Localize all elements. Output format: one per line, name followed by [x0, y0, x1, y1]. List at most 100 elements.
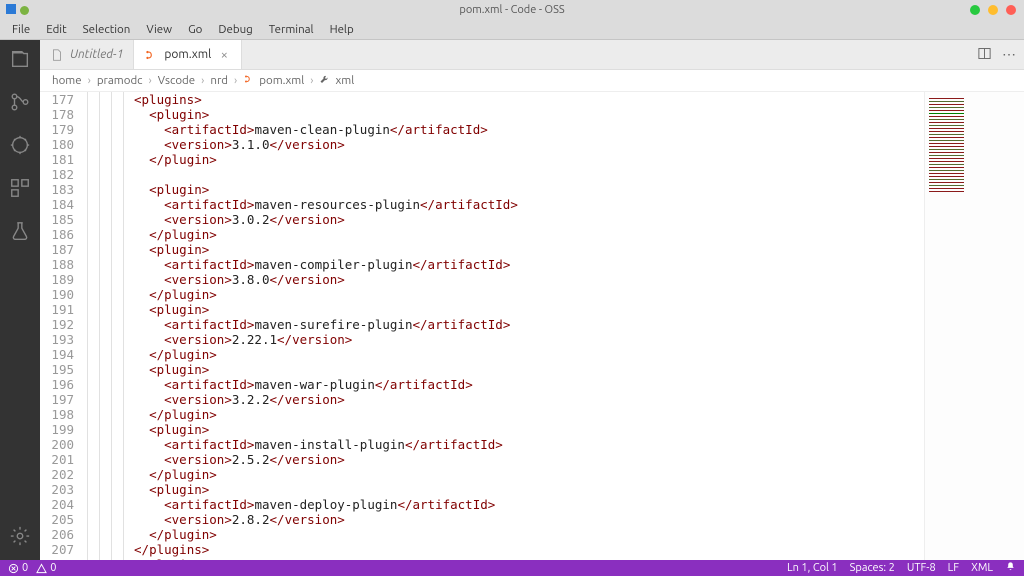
line-number: 197 [40, 392, 74, 407]
line-number: 180 [40, 137, 74, 152]
code-line[interactable]: <plugin> [134, 302, 924, 317]
status-bar: 0 0 Ln 1, Col 1 Spaces: 2 UTF-8 LF XML [0, 560, 1024, 576]
code-line[interactable]: <version>3.0.2</version> [134, 212, 924, 227]
minimap-line [929, 191, 964, 192]
menu-help[interactable]: Help [324, 21, 360, 38]
code-line[interactable]: <plugins> [134, 92, 924, 107]
status-warnings[interactable]: 0 [36, 562, 56, 574]
line-number: 182 [40, 167, 74, 182]
chevron-right-icon: › [149, 74, 152, 87]
gear-icon[interactable] [9, 537, 31, 550]
minimap-line [929, 119, 964, 120]
code-line[interactable]: <version>2.22.1</version> [134, 332, 924, 347]
code-line[interactable]: <artifactId>maven-surefire-plugin</artif… [134, 317, 924, 332]
breadcrumb-item[interactable]: Vscode [158, 74, 195, 87]
close-icon[interactable]: × [217, 48, 231, 62]
close-dot-icon[interactable] [20, 6, 29, 15]
line-number: 207 [40, 542, 74, 557]
code-line[interactable]: <version>3.2.2</version> [134, 392, 924, 407]
more-icon[interactable]: ⋯ [1002, 46, 1016, 63]
activity-bar [0, 40, 40, 560]
code-line[interactable]: <artifactId>maven-clean-plugin</artifact… [134, 122, 924, 137]
breadcrumb-item[interactable]: home [52, 74, 82, 87]
status-item[interactable]: Spaces: 2 [850, 562, 895, 574]
code-line[interactable]: <version>2.8.2</version> [134, 512, 924, 527]
menu-terminal[interactable]: Terminal [263, 21, 320, 38]
breadcrumb-item[interactable]: xml [335, 74, 354, 87]
code-line[interactable]: <artifactId>maven-deploy-plugin</artifac… [134, 497, 924, 512]
chevron-right-icon: › [88, 74, 91, 87]
status-item[interactable]: XML [971, 562, 993, 574]
status-item[interactable]: UTF-8 [907, 562, 936, 574]
minimap-line [929, 152, 964, 153]
code-line[interactable]: </plugin> [134, 287, 924, 302]
breadcrumb-item[interactable]: nrd [210, 74, 228, 87]
breadcrumbs[interactable]: home›pramodc›Vscode›nrd›pom.xml›xml [40, 70, 1024, 92]
split-editor-icon[interactable] [977, 46, 992, 64]
titlebar-left [0, 4, 29, 17]
minimap-line [929, 107, 964, 108]
tab-pom-xml[interactable]: pom.xml× [134, 40, 242, 69]
menu-selection[interactable]: Selection [77, 21, 137, 38]
tab-untitled-1[interactable]: Untitled-1 [40, 40, 134, 69]
code-line[interactable]: </plugin> [134, 467, 924, 482]
line-number: 195 [40, 362, 74, 377]
code-line[interactable]: <plugin> [134, 482, 924, 497]
code-editor[interactable]: 1771781791801811821831841851861871881891… [40, 92, 1024, 560]
status-item[interactable]: LF [948, 562, 959, 574]
status-errors[interactable]: 0 [8, 562, 28, 574]
code-line[interactable]: <plugin> [134, 242, 924, 257]
error-count: 0 [22, 562, 28, 574]
menu-debug[interactable]: Debug [212, 21, 258, 38]
code-line[interactable]: </pluginManagement> [134, 557, 924, 560]
maximize-button[interactable] [988, 5, 998, 15]
code-line[interactable]: </plugin> [134, 152, 924, 167]
line-number: 206 [40, 527, 74, 542]
debug-icon[interactable] [9, 134, 31, 159]
code-line[interactable]: </plugin> [134, 527, 924, 542]
code-line[interactable]: </plugin> [134, 227, 924, 242]
line-number: 187 [40, 242, 74, 257]
code-line[interactable]: <plugin> [134, 362, 924, 377]
minimap-line [929, 131, 964, 132]
line-number: 179 [40, 122, 74, 137]
breadcrumb-item[interactable]: pom.xml [259, 74, 304, 87]
minimize-button[interactable] [970, 5, 980, 15]
explorer-icon[interactable] [9, 48, 31, 73]
code-line[interactable]: <version>3.8.0</version> [134, 272, 924, 287]
menu-edit[interactable]: Edit [40, 21, 72, 38]
chevron-right-icon: › [234, 74, 237, 87]
code-line[interactable]: <plugin> [134, 422, 924, 437]
line-number: 189 [40, 272, 74, 287]
scm-icon[interactable] [9, 91, 31, 116]
menu-file[interactable]: File [6, 21, 36, 38]
code-line[interactable]: <plugin> [134, 182, 924, 197]
menu-go[interactable]: Go [182, 21, 208, 38]
status-item[interactable]: Ln 1, Col 1 [787, 562, 838, 574]
breadcrumb-item[interactable]: pramodc [97, 74, 143, 87]
code-content[interactable]: <plugins> <plugin> <artifactId>maven-cle… [134, 92, 924, 560]
minimap-line [929, 104, 964, 105]
code-line[interactable]: <artifactId>maven-resources-plugin</arti… [134, 197, 924, 212]
code-line[interactable]: <artifactId>maven-war-plugin</artifactId… [134, 377, 924, 392]
code-line[interactable]: <artifactId>maven-install-plugin</artifa… [134, 437, 924, 452]
code-line[interactable]: </plugins> [134, 542, 924, 557]
minimap-line [929, 128, 964, 129]
code-line[interactable]: <plugin> [134, 107, 924, 122]
bell-icon[interactable] [1005, 561, 1016, 575]
close-button[interactable] [1006, 5, 1016, 15]
menubar: FileEdit SelectionViewGoDebug TerminalHelp [0, 20, 1024, 40]
line-number: 181 [40, 152, 74, 167]
beaker-icon[interactable] [9, 220, 31, 245]
menu-view[interactable]: View [140, 21, 178, 38]
code-line[interactable]: </plugin> [134, 407, 924, 422]
code-line[interactable]: <version>2.5.2</version> [134, 452, 924, 467]
code-line[interactable] [134, 167, 924, 182]
line-number: 204 [40, 497, 74, 512]
code-line[interactable]: <artifactId>maven-compiler-plugin</artif… [134, 257, 924, 272]
extensions-icon[interactable] [9, 177, 31, 202]
code-line[interactable]: <version>3.1.0</version> [134, 137, 924, 152]
code-line[interactable]: </plugin> [134, 347, 924, 362]
minimap-line [929, 143, 964, 144]
minimap[interactable] [924, 92, 1024, 560]
